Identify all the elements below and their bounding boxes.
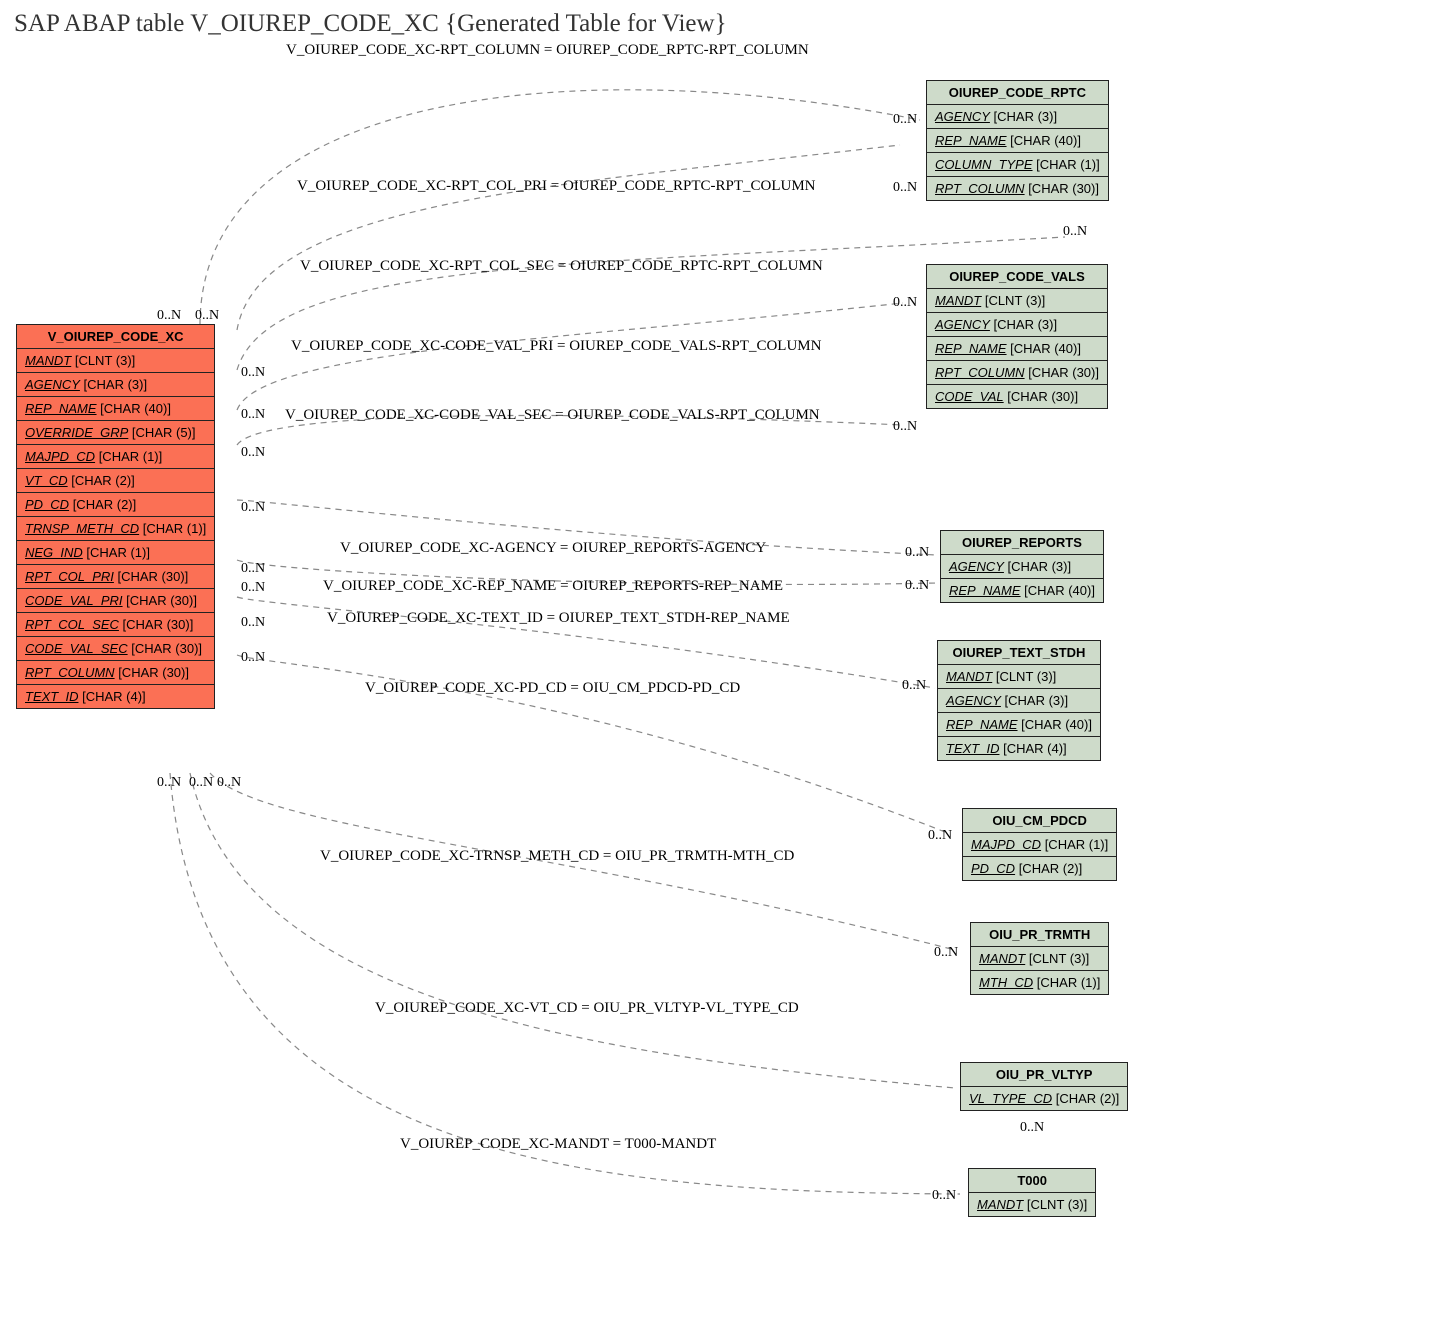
field-row: TRNSP_METH_CD [CHAR (1)]	[17, 517, 214, 541]
rel-label-11: V_OIUREP_CODE_XC-MANDT = T000-MANDT	[400, 1136, 716, 1153]
entity-reports: OIUREP_REPORTS AGENCY [CHAR (3)]REP_NAME…	[940, 530, 1104, 603]
entity-t000: T000 MANDT [CLNT (3)]	[968, 1168, 1096, 1217]
field-row: MAJPD_CD [CHAR (1)]	[963, 833, 1116, 857]
field-row: AGENCY [CHAR (3)]	[941, 555, 1103, 579]
rel-label-9: V_OIUREP_CODE_XC-TRNSP_METH_CD = OIU_PR_…	[320, 848, 794, 865]
field-row: CODE_VAL_SEC [CHAR (30)]	[17, 637, 214, 661]
card-r-3: 0..N	[893, 295, 917, 311]
field-row: PD_CD [CHAR (2)]	[963, 857, 1116, 880]
field-row: RPT_COL_SEC [CHAR (30)]	[17, 613, 214, 637]
card-l-2: 0..N	[241, 365, 265, 381]
field-row: OVERRIDE_GRP [CHAR (5)]	[17, 421, 214, 445]
entity-pdcd-header: OIU_CM_PDCD	[963, 809, 1116, 833]
card-r-11: 0..N	[932, 1188, 956, 1204]
field-row: REP_NAME [CHAR (40)]	[927, 337, 1107, 361]
entity-t000-header: T000	[969, 1169, 1095, 1193]
card-l-5: 0..N	[241, 500, 265, 516]
field-row: COLUMN_TYPE [CHAR (1)]	[927, 153, 1108, 177]
rel-label-10: V_OIUREP_CODE_XC-VT_CD = OIU_PR_VLTYP-VL…	[375, 1000, 799, 1017]
entity-vals-header: OIUREP_CODE_VALS	[927, 265, 1107, 289]
entity-rptc: OIUREP_CODE_RPTC AGENCY [CHAR (3)]REP_NA…	[926, 80, 1109, 201]
card-r-7: 0..N	[902, 678, 926, 694]
card-r-1: 0..N	[893, 180, 917, 196]
field-row: MANDT [CLNT (3)]	[969, 1193, 1095, 1216]
field-row: REP_NAME [CHAR (40)]	[17, 397, 214, 421]
card-l-7: 0..N	[241, 580, 265, 596]
card-l-10: 0..N	[157, 775, 181, 791]
entity-pdcd: OIU_CM_PDCD MAJPD_CD [CHAR (1)]PD_CD [CH…	[962, 808, 1117, 881]
entity-main: V_OIUREP_CODE_XC MANDT [CLNT (3)]AGENCY …	[16, 324, 215, 709]
rel-label-8: V_OIUREP_CODE_XC-PD_CD = OIU_CM_PDCD-PD_…	[365, 680, 740, 697]
rel-label-3: V_OIUREP_CODE_XC-CODE_VAL_PRI = OIUREP_C…	[291, 338, 821, 355]
entity-vals: OIUREP_CODE_VALS MANDT [CLNT (3)]AGENCY …	[926, 264, 1108, 409]
card-l-4: 0..N	[241, 445, 265, 461]
field-row: VL_TYPE_CD [CHAR (2)]	[961, 1087, 1127, 1110]
entity-main-header: V_OIUREP_CODE_XC	[17, 325, 214, 349]
entity-trmth-header: OIU_PR_TRMTH	[971, 923, 1108, 947]
field-row: MANDT [CLNT (3)]	[17, 349, 214, 373]
field-row: REP_NAME [CHAR (40)]	[941, 579, 1103, 602]
field-row: REP_NAME [CHAR (40)]	[927, 129, 1108, 153]
entity-vltyp: OIU_PR_VLTYP VL_TYPE_CD [CHAR (2)]	[960, 1062, 1128, 1111]
card-r-5: 0..N	[905, 545, 929, 561]
entity-stdh: OIUREP_TEXT_STDH MANDT [CLNT (3)]AGENCY …	[937, 640, 1101, 761]
field-row: AGENCY [CHAR (3)]	[938, 689, 1100, 713]
field-row: MAJPD_CD [CHAR (1)]	[17, 445, 214, 469]
card-l-12: 0..N	[217, 775, 241, 791]
rel-label-1: V_OIUREP_CODE_XC-RPT_COL_PRI = OIUREP_CO…	[297, 178, 816, 195]
field-row: REP_NAME [CHAR (40)]	[938, 713, 1100, 737]
field-row: CODE_VAL [CHAR (30)]	[927, 385, 1107, 408]
field-row: MANDT [CLNT (3)]	[938, 665, 1100, 689]
entity-stdh-header: OIUREP_TEXT_STDH	[938, 641, 1100, 665]
field-row: RPT_COL_PRI [CHAR (30)]	[17, 565, 214, 589]
card-l-1: 0..N	[195, 308, 219, 324]
entity-reports-header: OIUREP_REPORTS	[941, 531, 1103, 555]
card-l-11: 0..N	[189, 775, 213, 791]
card-r-2: 0..N	[1063, 224, 1087, 240]
card-l-6: 0..N	[241, 561, 265, 577]
field-row: VT_CD [CHAR (2)]	[17, 469, 214, 493]
field-row: TEXT_ID [CHAR (4)]	[938, 737, 1100, 760]
field-row: TEXT_ID [CHAR (4)]	[17, 685, 214, 708]
field-row: MANDT [CLNT (3)]	[971, 947, 1108, 971]
entity-trmth: OIU_PR_TRMTH MANDT [CLNT (3)]MTH_CD [CHA…	[970, 922, 1109, 995]
rel-label-2: V_OIUREP_CODE_XC-RPT_COL_SEC = OIUREP_CO…	[300, 258, 823, 275]
field-row: RPT_COLUMN [CHAR (30)]	[927, 177, 1108, 200]
card-r-9: 0..N	[934, 945, 958, 961]
rel-label-0: V_OIUREP_CODE_XC-RPT_COLUMN = OIUREP_COD…	[286, 42, 809, 59]
field-row: RPT_COLUMN [CHAR (30)]	[927, 361, 1107, 385]
relationship-lines	[0, 0, 1441, 1323]
field-row: MANDT [CLNT (3)]	[927, 289, 1107, 313]
field-row: AGENCY [CHAR (3)]	[927, 105, 1108, 129]
card-r-4: 0..N	[893, 419, 917, 435]
card-l-9: 0..N	[241, 650, 265, 666]
card-r-10: 0..N	[1020, 1120, 1044, 1136]
field-row: AGENCY [CHAR (3)]	[17, 373, 214, 397]
rel-label-7: V_OIUREP_CODE_XC-TEXT_ID = OIUREP_TEXT_S…	[327, 610, 790, 627]
card-l-8: 0..N	[241, 615, 265, 631]
field-row: PD_CD [CHAR (2)]	[17, 493, 214, 517]
field-row: NEG_IND [CHAR (1)]	[17, 541, 214, 565]
card-l-3: 0..N	[241, 407, 265, 423]
field-row: AGENCY [CHAR (3)]	[927, 313, 1107, 337]
field-row: MTH_CD [CHAR (1)]	[971, 971, 1108, 994]
entity-vltyp-header: OIU_PR_VLTYP	[961, 1063, 1127, 1087]
rel-label-6: V_OIUREP_CODE_XC-REP_NAME = OIUREP_REPOR…	[323, 578, 783, 595]
card-r-6: 0..N	[905, 578, 929, 594]
card-r-8: 0..N	[928, 828, 952, 844]
rel-label-4: V_OIUREP_CODE_XC-CODE_VAL_SEC = OIUREP_C…	[285, 407, 820, 424]
entity-rptc-header: OIUREP_CODE_RPTC	[927, 81, 1108, 105]
field-row: RPT_COLUMN [CHAR (30)]	[17, 661, 214, 685]
field-row: CODE_VAL_PRI [CHAR (30)]	[17, 589, 214, 613]
card-r-0: 0..N	[893, 112, 917, 128]
card-l-0: 0..N	[157, 308, 181, 324]
page-title: SAP ABAP table V_OIUREP_CODE_XC {Generat…	[14, 10, 727, 38]
rel-label-5: V_OIUREP_CODE_XC-AGENCY = OIUREP_REPORTS…	[340, 540, 766, 557]
